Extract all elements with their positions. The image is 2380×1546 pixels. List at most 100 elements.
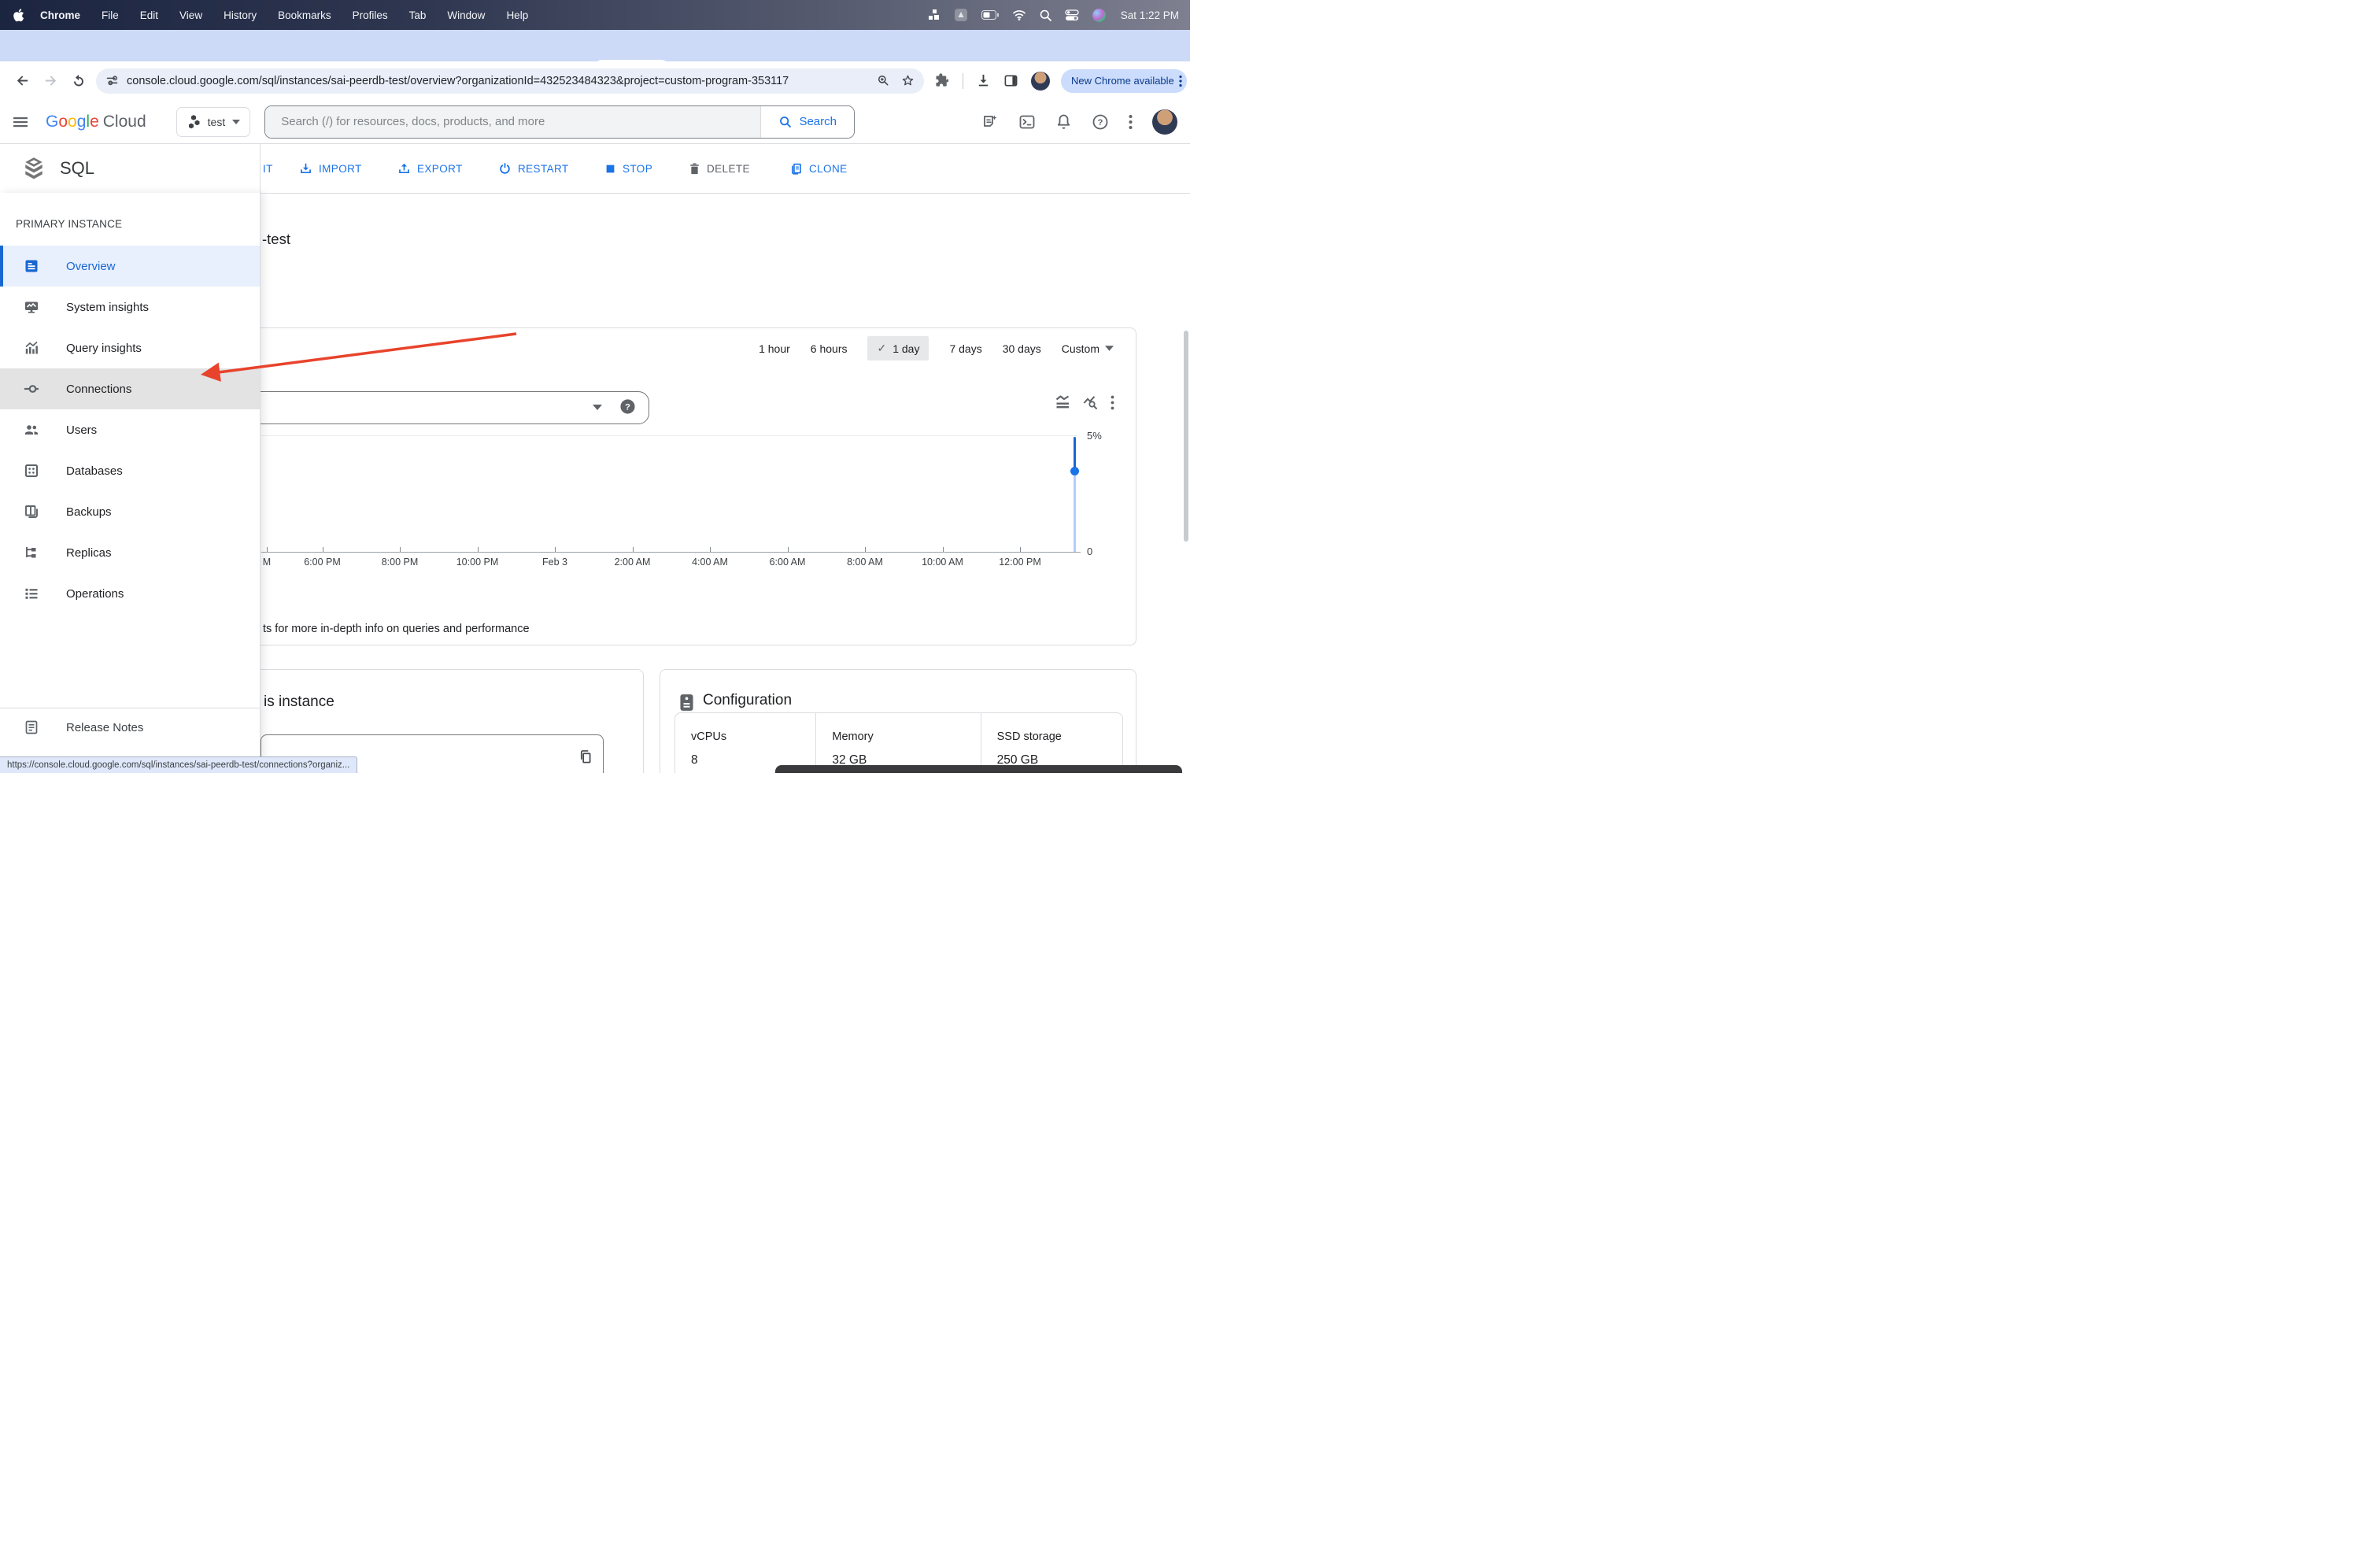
copy-icon[interactable] (578, 749, 592, 764)
shield-app-icon[interactable] (954, 8, 968, 22)
project-picker[interactable]: test (176, 107, 251, 137)
sidebar-item-overview[interactable]: Overview (0, 246, 260, 287)
x-tick-label: 4:00 AM (680, 557, 740, 568)
chart-more-icon[interactable] (1111, 395, 1114, 410)
sidebar-item-system-insights[interactable]: System insights (0, 287, 260, 327)
menu-item-view[interactable]: View (179, 9, 202, 21)
release-notes-label: Release Notes (66, 721, 143, 734)
menu-item-history[interactable]: History (224, 9, 257, 21)
menu-item-tab[interactable]: Tab (409, 9, 427, 21)
sql-header-row: ITIMPORTEXPORTRESTARTSTOPDELETECLONE SQL (0, 144, 1190, 194)
config-stat-vcpus: vCPUs8 (675, 713, 815, 773)
omnibox[interactable]: console.cloud.google.com/sql/instances/s… (96, 68, 924, 94)
side-panel-icon[interactable] (1003, 73, 1018, 88)
toolbar-clone-button[interactable]: CLONE (789, 144, 848, 193)
toolbar-delete-button[interactable]: DELETE (689, 144, 750, 193)
x-tick-label: 6:00 PM (293, 557, 353, 568)
time-range-6-hours[interactable]: 6 hours (811, 342, 848, 355)
browser-toolbar: console.cloud.google.com/sql/instances/s… (0, 61, 1190, 100)
menu-item-bookmarks[interactable]: Bookmarks (278, 9, 331, 21)
time-range-1-hour[interactable]: 1 hour (759, 342, 790, 355)
sidebar-item-connections[interactable]: Connections (0, 368, 260, 409)
more-vertical-icon[interactable] (1129, 114, 1133, 130)
cloud-search-button[interactable]: Search (760, 106, 854, 138)
x-tick (1020, 547, 1021, 552)
notifications-bell-icon[interactable] (1055, 113, 1072, 131)
explore-metrics-icon[interactable] (1083, 394, 1099, 410)
help-icon[interactable]: ? (1092, 113, 1109, 131)
series-line-drop (1074, 472, 1076, 552)
cloud-search-input-area[interactable] (265, 106, 760, 138)
sidebar-item-replicas[interactable]: Replicas (0, 532, 260, 573)
apple-menu-icon[interactable] (13, 9, 24, 22)
cloud-shell-icon[interactable] (1018, 113, 1036, 131)
control-center-icon[interactable] (1065, 9, 1079, 21)
time-range-label: 6 hours (811, 342, 848, 355)
sidebar-item-label: Replicas (66, 546, 112, 560)
gcloud-logo[interactable]: Google Cloud (46, 113, 146, 131)
time-range-Custom[interactable]: Custom (1062, 342, 1114, 355)
time-range-1-day[interactable]: ✓1 day (867, 336, 929, 361)
menu-item-edit[interactable]: Edit (140, 9, 158, 21)
blocks-icon[interactable] (929, 9, 941, 21)
macos-dock-edge[interactable] (775, 765, 1182, 773)
toolbar-import-button[interactable]: IMPORT (299, 144, 362, 193)
menu-item-profiles[interactable]: Profiles (353, 9, 388, 21)
page-scrollbar[interactable] (1184, 331, 1188, 542)
nav-menu-icon[interactable] (13, 114, 28, 130)
sidebar-item-release-notes[interactable]: Release Notes (0, 708, 260, 746)
battery-icon[interactable] (981, 10, 999, 20)
search-icon (778, 115, 793, 129)
sidebar-item-databases[interactable]: Databases (0, 450, 260, 491)
project-hexagons-icon (187, 114, 201, 130)
metric-dropdown-caret-icon[interactable] (593, 405, 602, 410)
menu-item-chrome[interactable]: Chrome (40, 9, 80, 21)
toolbar-stop-button[interactable]: STOP (604, 144, 652, 193)
screenshot-root: Chrome File Edit View History Bookmarks Profil… (0, 0, 1190, 773)
time-range-30-days[interactable]: 30 days (1003, 342, 1041, 355)
toolbar-right-icons (935, 72, 1050, 91)
logo-google: Google (46, 113, 99, 131)
x-tick-label: 10:00 PM (448, 557, 508, 568)
site-settings-icon[interactable] (105, 74, 119, 87)
toolbar-it-button[interactable]: IT (263, 144, 273, 193)
url-text[interactable]: console.cloud.google.com/sql/instances/s… (127, 75, 877, 87)
data-point-dot[interactable] (1070, 467, 1079, 475)
browser-profile-avatar[interactable] (1031, 72, 1050, 91)
replicas-icon (24, 545, 39, 560)
siri-icon[interactable] (1092, 9, 1106, 22)
toolbar-restart-button[interactable]: RESTART (498, 144, 569, 193)
chrome-update-button[interactable]: New Chrome available (1061, 69, 1187, 93)
toolbar-label: IMPORT (319, 163, 362, 175)
extensions-icon[interactable] (935, 73, 950, 88)
configuration-title: Configuration (703, 692, 792, 709)
menu-item-window[interactable]: Window (447, 9, 485, 21)
x-tick (555, 547, 556, 552)
connect-card-title-fragment: is instance (264, 693, 334, 711)
menu-item-help[interactable]: Help (506, 9, 528, 21)
downloads-icon[interactable] (976, 73, 991, 88)
bookmark-star-icon[interactable] (901, 74, 915, 87)
toolbar-label: IT (263, 163, 273, 175)
sidebar-item-users[interactable]: Users (0, 409, 260, 450)
menu-clock[interactable]: Sat 1:22 PM (1121, 9, 1179, 21)
reload-button[interactable] (65, 67, 93, 95)
forward-button[interactable] (36, 67, 65, 95)
spotlight-icon[interactable] (1040, 9, 1051, 21)
sidebar-item-query-insights[interactable]: Query insights (0, 327, 260, 368)
area-chart-icon[interactable] (1055, 394, 1071, 410)
metric-help-icon[interactable]: ? (619, 398, 636, 415)
menu-item-file[interactable]: File (102, 9, 119, 21)
cloud-search-input[interactable] (279, 114, 760, 129)
sidebar-item-label: Backups (66, 505, 112, 519)
toolbar-export-button[interactable]: EXPORT (397, 144, 463, 193)
sidebar-item-backups[interactable]: Backups (0, 491, 260, 532)
time-range-7-days[interactable]: 7 days (949, 342, 981, 355)
zoom-page-icon[interactable] (877, 74, 890, 87)
sidebar-item-operations[interactable]: Operations (0, 573, 260, 614)
account-avatar[interactable] (1152, 109, 1177, 135)
x-tick-label: 8:00 PM (370, 557, 430, 568)
release-notes-feed-icon[interactable] (981, 113, 999, 131)
wifi-icon[interactable] (1012, 9, 1026, 20)
back-button[interactable] (8, 67, 36, 95)
